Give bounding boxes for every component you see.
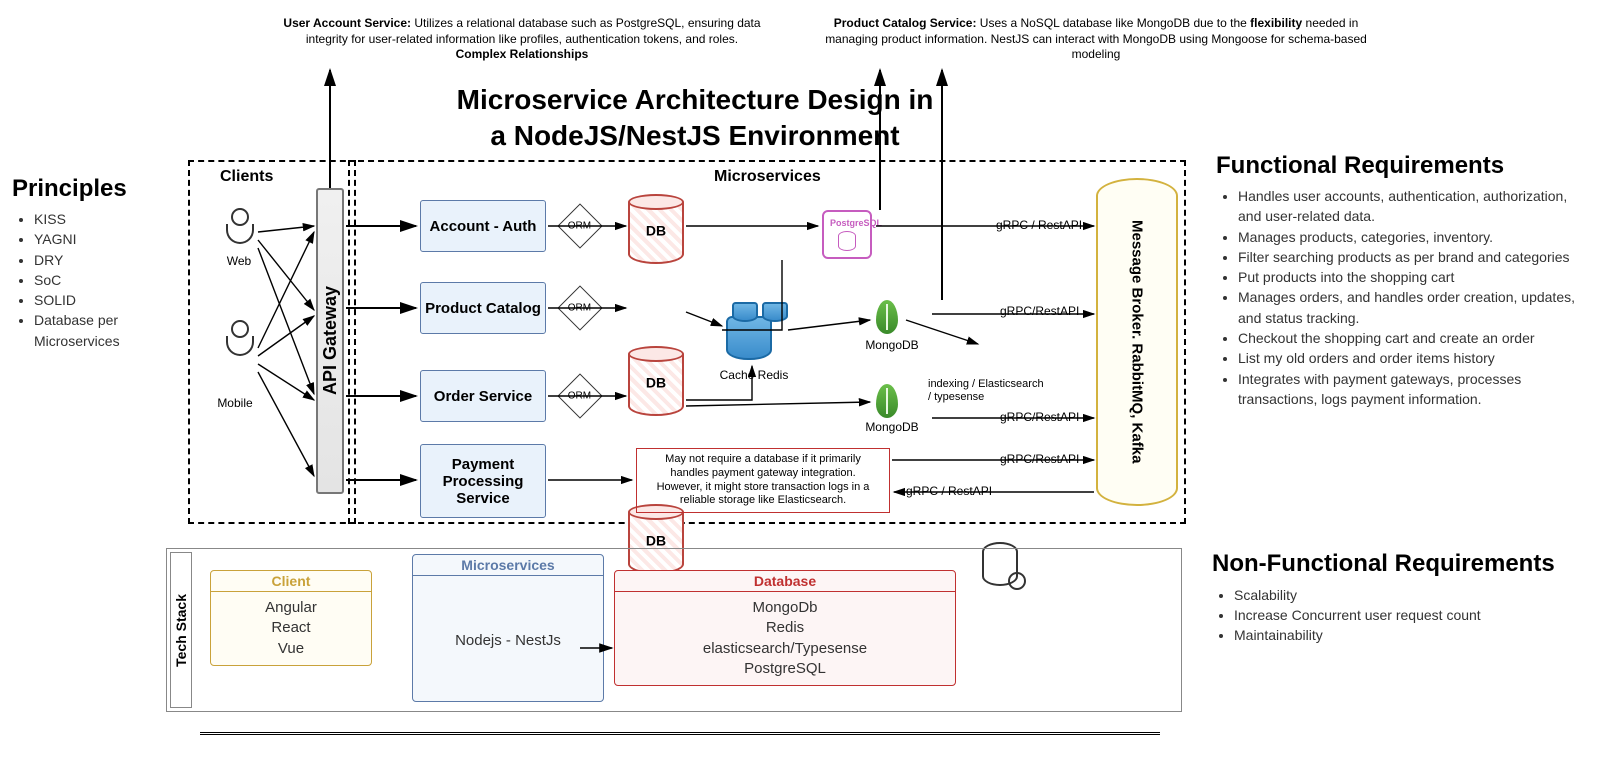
callout-lead: Product Catalog Service: xyxy=(834,16,977,30)
tech-item: React xyxy=(211,618,371,638)
es-line1: indexing / Elasticsearch xyxy=(928,378,1068,391)
tech-db-title: Database xyxy=(615,571,955,592)
grpc-label: gRPC/RestAPI xyxy=(998,452,1081,466)
tech-client-box: Client Angular React Vue xyxy=(210,570,372,666)
note-line: reliable storage like Elasticsearch. xyxy=(641,494,885,508)
web-client-icon xyxy=(218,208,262,244)
list-item: Put products into the shopping cart xyxy=(1238,267,1594,287)
principles-block: Principles KISS YAGNI DRY SoC SOLID Data… xyxy=(12,175,182,351)
payment-note: May not require a database if it primari… xyxy=(636,448,890,513)
api-gateway-label: API Gateway xyxy=(320,286,341,395)
mongodb-label: MongoDB xyxy=(852,420,932,434)
tech-item: PostgreSQL xyxy=(615,659,955,679)
user-account-callout: User Account Service: Utilizes a relatio… xyxy=(278,16,766,63)
callout-bold: flexibility xyxy=(1250,16,1302,30)
web-label: Web xyxy=(214,254,264,268)
orm-label: ORM xyxy=(568,221,591,232)
tech-micro-title: Microservices xyxy=(413,555,603,576)
mobile-label: Mobile xyxy=(200,396,270,410)
list-item: SOLID xyxy=(34,290,182,310)
grpc-label: gRPC/RestAPI xyxy=(998,304,1081,318)
postgres-text: PostgreSQL xyxy=(830,218,864,228)
grpc-label: gRPC / RestAPI xyxy=(994,218,1084,232)
diagram-title: Microservice Architecture Design in a No… xyxy=(365,82,1025,155)
nfr-list: Scalability Increase Concurrent user req… xyxy=(1212,585,1592,646)
db-label: DB xyxy=(646,533,666,549)
redis-label: Cache Redis xyxy=(706,368,802,382)
postgres-icon: PostgreSQL xyxy=(822,210,872,259)
nonfunctional-requirements: Non-Functional Requirements Scalability … xyxy=(1212,550,1592,646)
db-label: DB xyxy=(646,375,666,391)
mobile-client-icon xyxy=(218,320,262,356)
microservices-label: Microservices xyxy=(714,168,821,186)
clients-label: Clients xyxy=(220,168,273,186)
list-item: Database per Microservices xyxy=(34,310,182,351)
broker-label: Message Broker. RabbitMQ, Kafka xyxy=(1129,220,1146,463)
callout-lead: User Account Service: xyxy=(283,16,411,30)
order-service: Order Service xyxy=(420,370,546,422)
list-item: Handles user accounts, authentication, a… xyxy=(1238,186,1594,227)
list-item: SoC xyxy=(34,270,182,290)
db-label: DB xyxy=(646,223,666,239)
nfr-header: Non-Functional Requirements xyxy=(1212,550,1592,579)
tech-item: MongoDb xyxy=(615,598,955,618)
tech-item: Vue xyxy=(211,639,371,659)
list-item: Integrates with payment gateways, proces… xyxy=(1238,369,1594,410)
elasticsearch-label: indexing / Elasticsearch / typesense xyxy=(928,378,1068,404)
bottom-rule xyxy=(200,732,1160,735)
tech-item: elasticsearch/Typesense xyxy=(615,639,955,659)
list-item: KISS xyxy=(34,209,182,229)
db-cylinder: DB xyxy=(628,194,684,264)
mongodb-icon xyxy=(876,384,898,418)
list-item: Manages orders, and handles order creati… xyxy=(1238,287,1594,328)
list-item: DRY xyxy=(34,250,182,270)
payment-service: Payment Processing Service xyxy=(420,444,546,518)
callout-tag: Complex Relationships xyxy=(456,47,589,61)
orm-label: ORM xyxy=(568,391,591,402)
orm-label: ORM xyxy=(568,303,591,314)
redis-icon xyxy=(726,302,788,360)
es-line2: / typesense xyxy=(928,391,1068,404)
principles-header: Principles xyxy=(12,175,182,203)
functional-requirements: Functional Requirements Handles user acc… xyxy=(1216,152,1594,409)
tech-client-title: Client xyxy=(211,571,371,592)
tech-micro-body: Nodejs - NestJs xyxy=(413,582,603,701)
note-line: handles payment gateway integration. xyxy=(641,467,885,481)
account-service: Account - Auth xyxy=(420,200,546,252)
fr-list: Handles user accounts, authentication, a… xyxy=(1216,186,1594,409)
list-item: Manages products, categories, inventory. xyxy=(1238,227,1594,247)
tech-item: Angular xyxy=(211,598,371,618)
list-item: Checkout the shopping cart and create an… xyxy=(1238,328,1594,348)
list-item: List my old orders and order items histo… xyxy=(1238,348,1594,368)
mongodb-label: MongoDB xyxy=(852,338,932,352)
catalog-service: Product Catalog xyxy=(420,282,546,334)
title-line1: Microservice Architecture Design in xyxy=(365,82,1025,118)
list-item: Increase Concurrent user request count xyxy=(1234,605,1592,625)
mongodb-icon xyxy=(876,300,898,334)
tech-micro-box: Microservices Nodejs - NestJs xyxy=(412,554,604,702)
principles-list: KISS YAGNI DRY SoC SOLID Database per Mi… xyxy=(12,209,182,351)
grpc-label: gRPC / RestAPI xyxy=(904,484,994,498)
tech-item: Redis xyxy=(615,618,955,638)
note-line: May not require a database if it primari… xyxy=(641,453,885,467)
tech-db-box: Database MongoDb Redis elasticsearch/Typ… xyxy=(614,570,956,686)
tech-stack-label-box: Tech Stack xyxy=(170,552,192,708)
callout-text: Uses a NoSQL database like MongoDB due t… xyxy=(976,16,1250,30)
grpc-label: gRPC/RestAPI xyxy=(998,410,1081,424)
db-cylinder: DB xyxy=(628,346,684,416)
note-line: However, it might store transaction logs… xyxy=(641,481,885,495)
product-catalog-callout: Product Catalog Service: Uses a NoSQL da… xyxy=(816,16,1376,63)
list-item: Scalability xyxy=(1234,585,1592,605)
list-item: Filter searching products as per brand a… xyxy=(1238,247,1594,267)
title-line2: a NodeJS/NestJS Environment xyxy=(365,118,1025,154)
fr-header: Functional Requirements xyxy=(1216,152,1594,180)
message-broker: Message Broker. RabbitMQ, Kafka xyxy=(1096,178,1178,506)
api-gateway: API Gateway xyxy=(316,188,344,494)
tech-stack-label: Tech Stack xyxy=(173,594,189,667)
list-item: YAGNI xyxy=(34,229,182,249)
list-item: Maintainability xyxy=(1234,625,1592,645)
